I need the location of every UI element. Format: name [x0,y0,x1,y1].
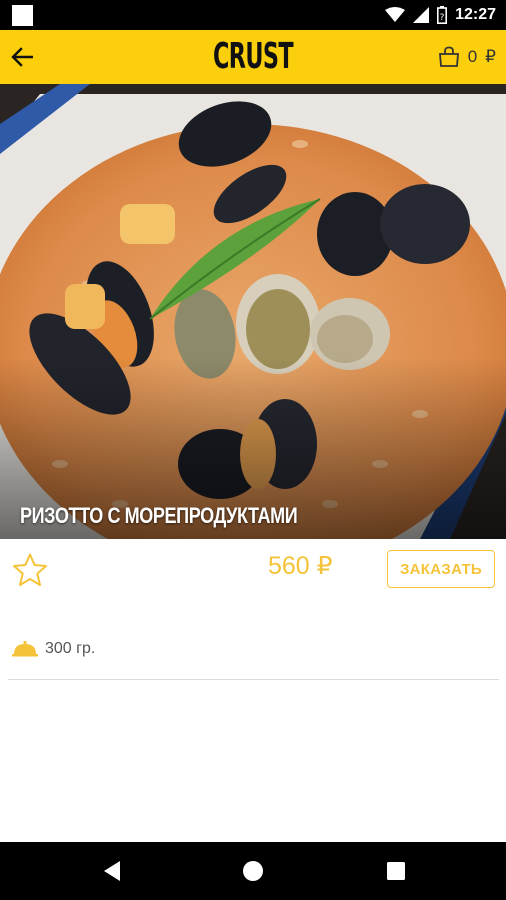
nav-recents-button[interactable] [381,856,411,886]
order-button[interactable]: ЗАКАЗАТЬ [387,550,495,588]
cart-count: 0 [467,47,478,66]
dish-weight: 300 гр. [12,640,95,658]
dish-photo-illustration [0,84,506,539]
clock: 12:27 [455,6,496,23]
battery-icon: ? [437,6,448,24]
app-bar: CRUST 0 ₽ [0,30,506,84]
dish-title: РИЗОТТО С МОРЕПРОДУКТАМИ [20,503,298,528]
signal-icon [413,7,430,23]
nav-home-button[interactable] [238,856,268,886]
system-nav-bar [0,842,506,900]
back-button[interactable] [8,41,36,73]
app-logo: CRUST [213,36,294,77]
dish-photo: РИЗОТТО С МОРЕПРОДУКТАМИ [0,84,506,539]
weight-value: 300 гр. [45,640,96,657]
wifi-icon [385,7,406,22]
dish-cloche-icon [12,641,38,657]
cart-button[interactable]: 0 ₽ [438,42,496,72]
status-bar: ? 12:27 [0,0,506,30]
dish-price: 560 ₽ [268,552,333,580]
divider [8,679,499,680]
triangle-back-icon [104,861,120,881]
arrow-left-icon [11,47,33,67]
svg-text:?: ? [440,13,445,23]
circle-home-icon [243,861,263,881]
favorite-button[interactable] [12,552,48,588]
shopping-bag-icon [438,46,459,67]
nav-back-button[interactable] [97,856,127,886]
star-outline-icon [13,553,47,586]
notification-icon [12,5,33,26]
status-icons: ? 12:27 [385,0,496,30]
square-recents-icon [387,862,405,880]
cart-currency: ₽ [485,47,496,66]
